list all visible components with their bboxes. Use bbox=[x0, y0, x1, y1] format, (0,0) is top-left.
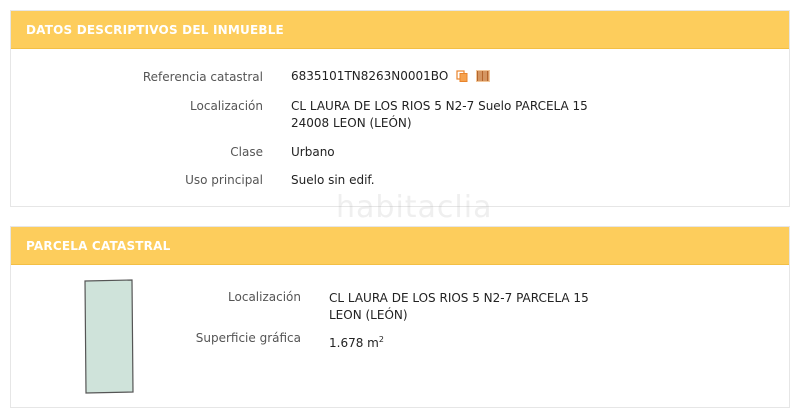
cadastral-parcel-panel: PARCELA CATASTRAL Localización CL LAURA … bbox=[10, 226, 790, 408]
copy-icon[interactable] bbox=[456, 70, 468, 87]
surface-unit-superscript: 2 bbox=[378, 335, 384, 344]
ref-value: 6835101TN8263N0001BO bbox=[291, 69, 449, 83]
parcel-location-line-2: LEON (LEÓN) bbox=[329, 308, 408, 322]
class-label: Clase bbox=[230, 145, 263, 159]
surface-value-group: 1.678 m2 bbox=[329, 331, 384, 352]
location-line-2: 24008 LEON (LEÓN) bbox=[291, 116, 412, 130]
parcel-location-label: Localización bbox=[228, 290, 301, 304]
descriptive-data-panel: DATOS DESCRIPTIVOS DEL INMUEBLE Referenc… bbox=[10, 10, 790, 207]
use-value: Suelo sin edif. bbox=[291, 173, 375, 187]
parcel-location-line-1: CL LAURA DE LOS RIOS 5 N2-7 PARCELA 15 bbox=[329, 291, 589, 305]
ref-label: Referencia catastral bbox=[142, 70, 263, 84]
surface-value: 1.678 m bbox=[329, 336, 379, 350]
surface-label: Superficie gráfica bbox=[195, 331, 301, 345]
location-value: CL LAURA DE LOS RIOS 5 N2-7 Suelo PARCEL… bbox=[291, 98, 588, 132]
location-label: Localización bbox=[190, 99, 263, 113]
class-value: Urbano bbox=[291, 145, 335, 159]
ref-value-group: 6835101TN8263N0001BO bbox=[291, 68, 490, 87]
descriptive-data-header: DATOS DESCRIPTIVOS DEL INMUEBLE bbox=[11, 11, 789, 49]
use-label: Uso principal bbox=[185, 173, 263, 187]
parcel-location-value: CL LAURA DE LOS RIOS 5 N2-7 PARCELA 15 L… bbox=[329, 290, 589, 324]
location-line-1: CL LAURA DE LOS RIOS 5 N2-7 Suelo PARCEL… bbox=[291, 99, 588, 113]
barcode-icon[interactable] bbox=[475, 70, 490, 87]
cadastral-parcel-header: PARCELA CATASTRAL bbox=[11, 227, 789, 265]
